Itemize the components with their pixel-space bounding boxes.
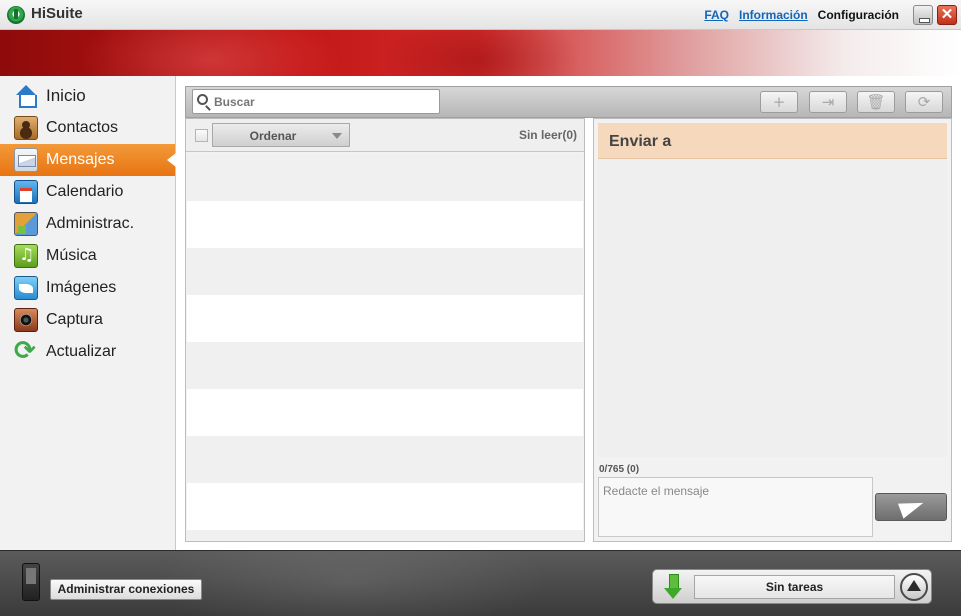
bottom-bar: Administrar conexiones Sin tareas bbox=[0, 550, 961, 616]
faq-link[interactable]: FAQ bbox=[704, 8, 729, 22]
sidebar-item-administrac[interactable]: Administrac. bbox=[0, 208, 175, 240]
minimize-button[interactable] bbox=[913, 5, 933, 25]
list-item[interactable] bbox=[187, 483, 583, 530]
unread-count: Sin leer(0) bbox=[518, 128, 577, 142]
message-compose-field[interactable] bbox=[598, 477, 873, 537]
sidebar-item-label: Inicio bbox=[46, 86, 86, 105]
refresh-button[interactable]: ⟳ bbox=[905, 91, 943, 113]
task-panel: Sin tareas bbox=[652, 569, 932, 604]
sidebar-item-inicio[interactable]: Inicio bbox=[0, 80, 175, 112]
export-icon: ⇥ bbox=[821, 93, 835, 111]
manage-connections-button[interactable]: Administrar conexiones bbox=[50, 579, 202, 600]
character-counter: 0/765 (0) bbox=[599, 464, 640, 475]
list-item[interactable] bbox=[187, 295, 583, 342]
export-button[interactable]: ⇥ bbox=[809, 91, 847, 113]
sidebar: Inicio Contactos Mensajes Calendario Adm… bbox=[0, 76, 176, 550]
close-button[interactable]: ✕ bbox=[937, 5, 957, 25]
sidebar-item-musica[interactable]: Música bbox=[0, 240, 175, 272]
sidebar-item-label: Captura bbox=[46, 311, 103, 328]
message-list-header: Ordenar Sin leer(0) bbox=[186, 119, 584, 152]
list-item[interactable] bbox=[187, 248, 583, 295]
delete-button[interactable]: 🗑 bbox=[857, 91, 895, 113]
sidebar-item-contactos[interactable]: Contactos bbox=[0, 112, 175, 144]
music-icon bbox=[14, 244, 38, 268]
recipients-area[interactable] bbox=[598, 159, 947, 457]
header-banner bbox=[0, 30, 961, 76]
sidebar-item-mensajes[interactable]: Mensajes bbox=[0, 144, 176, 176]
settings-link[interactable]: Configuración bbox=[818, 8, 899, 22]
sidebar-item-captura[interactable]: Captura bbox=[0, 304, 175, 336]
list-item[interactable] bbox=[187, 201, 583, 248]
messages-icon bbox=[14, 148, 38, 172]
list-item[interactable] bbox=[187, 154, 583, 201]
paper-plane-icon bbox=[897, 495, 927, 519]
sort-label: Ordenar bbox=[249, 129, 297, 143]
sidebar-item-label: Mensajes bbox=[46, 151, 115, 168]
app-title: HiSuite bbox=[31, 5, 83, 22]
sidebar-item-imagenes[interactable]: Imágenes bbox=[0, 272, 175, 304]
contacts-icon bbox=[14, 116, 38, 140]
capture-icon bbox=[14, 308, 38, 332]
search-input[interactable] bbox=[214, 92, 434, 111]
plus-icon: + bbox=[772, 93, 786, 111]
send-button[interactable] bbox=[875, 493, 947, 521]
update-icon bbox=[14, 336, 38, 366]
search-icon bbox=[197, 94, 208, 105]
new-message-button[interactable]: + bbox=[760, 91, 798, 113]
list-item[interactable] bbox=[187, 436, 583, 483]
phone-icon bbox=[22, 563, 40, 601]
message-rows bbox=[187, 154, 583, 540]
info-link[interactable]: Información bbox=[739, 8, 808, 22]
list-item[interactable] bbox=[187, 342, 583, 389]
header-links: FAQ Información Configuración bbox=[704, 8, 899, 22]
select-all-checkbox[interactable] bbox=[195, 129, 208, 142]
send-to-header[interactable]: Enviar a bbox=[598, 123, 947, 159]
calendar-icon bbox=[14, 180, 38, 204]
message-list-panel: Ordenar Sin leer(0) bbox=[185, 118, 585, 542]
sidebar-item-calendario[interactable]: Calendario bbox=[0, 176, 175, 208]
hisuite-logo-icon bbox=[7, 6, 25, 24]
title-bar: HiSuite FAQ Información Configuración ✕ bbox=[0, 0, 961, 30]
sidebar-item-label: Música bbox=[46, 247, 97, 264]
admin-icon bbox=[14, 212, 38, 236]
home-icon bbox=[14, 84, 38, 108]
download-arrow-icon bbox=[664, 574, 682, 600]
sidebar-item-label: Administrac. bbox=[46, 215, 135, 232]
send-panel: Enviar a 0/765 (0) bbox=[593, 118, 952, 542]
refresh-icon: ⟳ bbox=[917, 93, 931, 111]
chevron-down-icon bbox=[332, 133, 342, 139]
list-item[interactable] bbox=[187, 389, 583, 436]
expand-tasks-button[interactable] bbox=[900, 573, 928, 601]
sidebar-item-label: Contactos bbox=[46, 119, 119, 136]
sidebar-item-label: Imágenes bbox=[46, 279, 117, 296]
sidebar-item-label: Calendario bbox=[46, 183, 124, 200]
sidebar-item-label: Actualizar bbox=[46, 343, 117, 360]
send-to-title: Enviar a bbox=[609, 133, 672, 150]
list-item[interactable] bbox=[187, 530, 583, 540]
sort-dropdown[interactable]: Ordenar bbox=[212, 123, 350, 147]
images-icon bbox=[14, 276, 38, 300]
sidebar-item-actualizar[interactable]: Actualizar bbox=[0, 336, 175, 368]
search-box bbox=[192, 89, 440, 114]
trash-icon: 🗑 bbox=[866, 93, 886, 111]
task-status: Sin tareas bbox=[694, 575, 895, 599]
